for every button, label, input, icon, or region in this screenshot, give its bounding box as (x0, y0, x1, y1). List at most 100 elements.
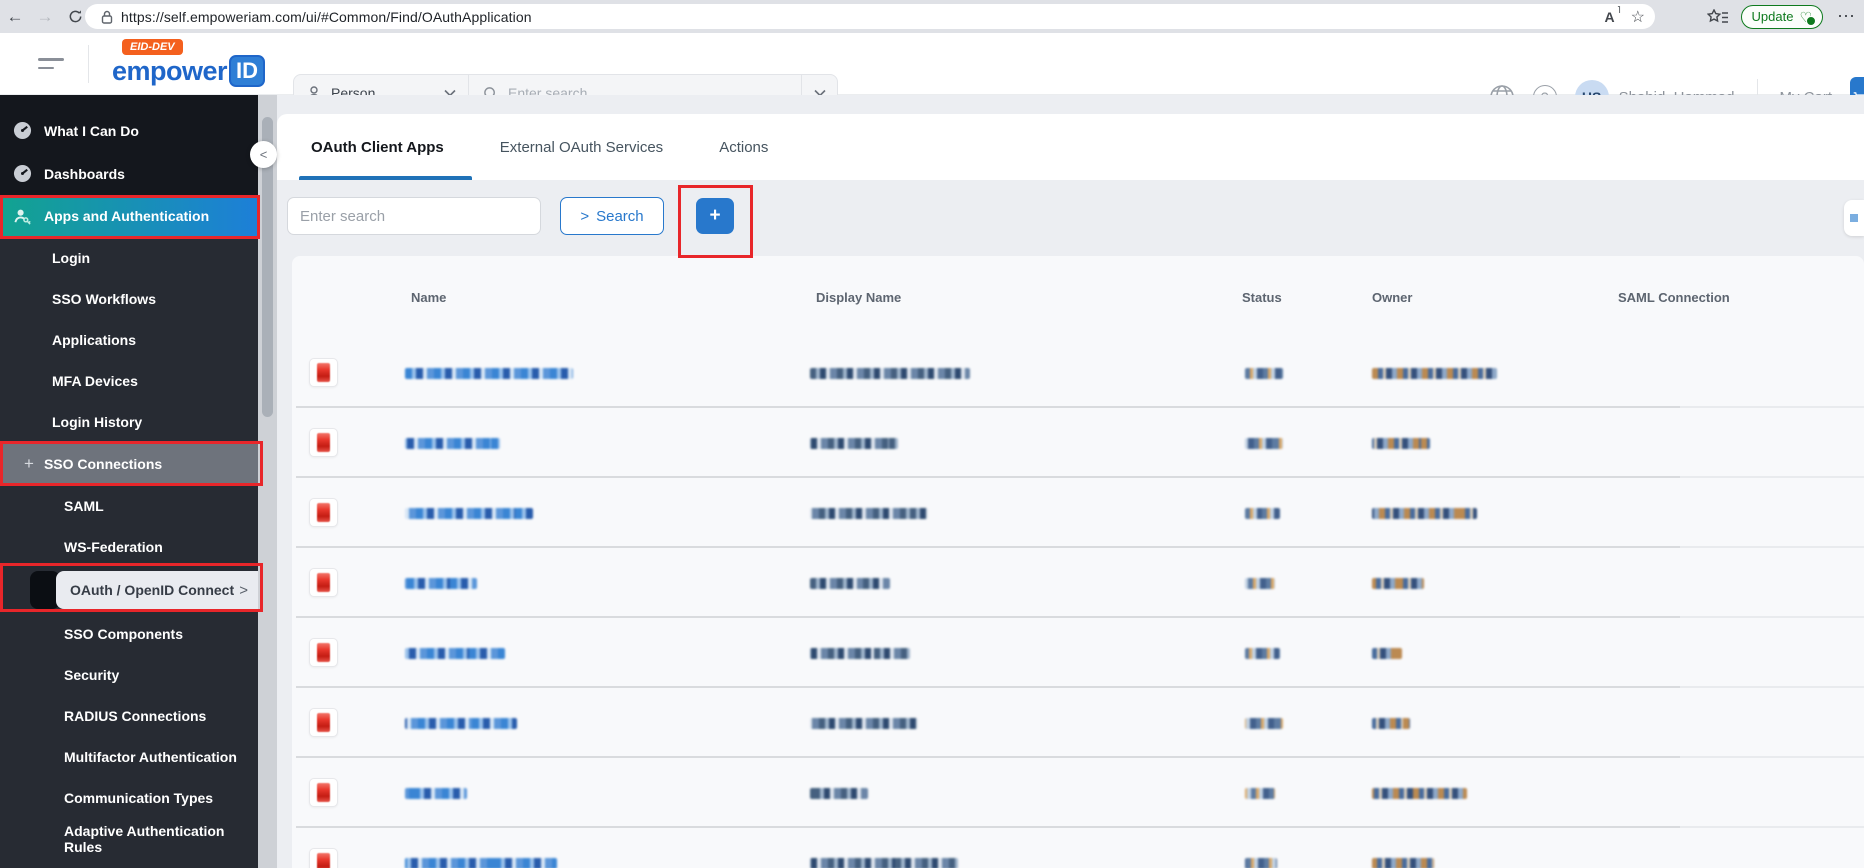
favorites-list-icon[interactable] (1706, 8, 1728, 25)
browser-toolbar: ← → https://self.empoweriam.com/ui/#Comm… (0, 0, 1864, 33)
cell-owner-redacted (1372, 718, 1410, 729)
sidebar-item-applications[interactable]: Applications (0, 319, 258, 360)
browser-menu-icon[interactable]: ⋯ (1837, 6, 1856, 27)
table-row[interactable] (292, 758, 1864, 828)
cell-status-redacted (1245, 648, 1280, 659)
cell-name-redacted[interactable] (405, 788, 467, 799)
cell-status-redacted (1245, 788, 1275, 799)
header-divider (88, 45, 89, 83)
address-bar[interactable]: https://self.empoweriam.com/ui/#Common/F… (85, 4, 1655, 29)
column-header-name[interactable]: Name (411, 290, 446, 305)
sidebar-item-label: Login (52, 249, 91, 266)
cell-display-name-redacted (810, 368, 970, 379)
content-scrollbar[interactable] (258, 95, 277, 868)
brand-id-mark: ID (229, 55, 266, 87)
column-header-owner[interactable]: Owner (1372, 290, 1412, 305)
sidebar-item-saml[interactable]: SAML (0, 485, 258, 526)
read-aloud-icon[interactable]: A ˥ (1605, 5, 1621, 25)
cell-name-redacted[interactable] (405, 648, 505, 659)
cell-name-redacted[interactable] (405, 858, 557, 868)
column-header-display-name[interactable]: Display Name (816, 290, 901, 305)
column-header-status[interactable]: Status (1242, 290, 1282, 305)
add-oauth-app-button[interactable]: + (696, 198, 734, 234)
cell-owner-redacted (1372, 648, 1402, 659)
chevron-right-icon: > (239, 581, 248, 599)
table-body (292, 338, 1864, 868)
app-logo-icon (309, 778, 338, 807)
cell-status-redacted (1245, 858, 1277, 868)
sidebar-item-label: SAML (64, 497, 104, 514)
app-logo-icon (309, 848, 338, 868)
sidebar-collapse-button[interactable]: < (250, 141, 277, 168)
app-header: EID-DEV empower ID Person Enter search (0, 33, 1864, 117)
expand-plus-icon[interactable]: + (24, 454, 34, 474)
hamburger-menu-icon[interactable] (38, 58, 64, 75)
table-row[interactable] (292, 828, 1864, 868)
favorite-star-icon[interactable]: ☆ (1631, 7, 1645, 27)
sidebar-item-label: Security (64, 666, 120, 683)
cell-display-name-redacted (810, 578, 890, 589)
sidebar-item-sso-workflows[interactable]: SSO Workflows (0, 278, 258, 319)
gauge-icon (12, 164, 32, 183)
cell-display-name-redacted (810, 788, 868, 799)
env-badge: EID-DEV (122, 39, 183, 55)
cell-name-redacted[interactable] (405, 508, 533, 519)
sidebar-item-what-i-can-do[interactable]: What I Can Do (0, 109, 258, 152)
tab-external-oauth-services[interactable]: External OAuth Services (494, 114, 669, 180)
cell-status-redacted (1245, 718, 1283, 729)
cell-name-redacted[interactable] (405, 578, 477, 589)
table-header: Name Display Name Status Owner SAML Conn… (292, 256, 1864, 338)
sidebar-item-radius-connections[interactable]: RADIUS Connections (0, 695, 258, 736)
cell-owner-redacted (1372, 858, 1434, 868)
table-row[interactable] (292, 688, 1864, 758)
browser-update-button[interactable]: Update ♡ (1740, 4, 1823, 29)
sidebar-item-security[interactable]: Security (0, 654, 258, 695)
sidebar-item-mfa-devices[interactable]: MFA Devices (0, 360, 258, 401)
browser-back-icon[interactable]: ← (0, 7, 30, 27)
cell-name-redacted[interactable] (405, 718, 517, 729)
sidebar-item-login[interactable]: Login (0, 237, 258, 278)
sidebar-item-sso-connections[interactable]: + SSO Connections (0, 442, 258, 485)
search-input[interactable] (287, 197, 541, 235)
column-header-saml-connection[interactable]: SAML Connection (1618, 290, 1730, 305)
tab-actions[interactable]: Actions (713, 114, 774, 180)
cell-status-redacted (1245, 578, 1275, 589)
app-logo-icon (309, 498, 338, 527)
cell-owner-redacted (1372, 508, 1477, 519)
tab-oauth-client-apps[interactable]: OAuth Client Apps (299, 114, 472, 180)
sidebar-item-label: WS-Federation (64, 538, 163, 555)
sidebar-item-apps-and-authentication[interactable]: Apps and Authentication (0, 195, 258, 237)
table-row[interactable] (292, 618, 1864, 688)
sidebar-item-oauth-openid-connect[interactable]: OAuth / OpenID Connect > (0, 567, 258, 613)
cell-name-redacted[interactable] (405, 368, 573, 379)
table-row[interactable] (292, 478, 1864, 548)
sidebar-item-login-history[interactable]: Login History (0, 401, 258, 442)
sidebar-item-communication-types[interactable]: Communication Types (0, 777, 258, 818)
cell-name-redacted[interactable] (405, 438, 500, 449)
sidebar-item-multifactor-authentication[interactable]: Multifactor Authentication (0, 736, 258, 777)
cell-display-name-redacted (810, 508, 928, 519)
sidebar-item-dashboards[interactable]: Dashboards (0, 152, 258, 195)
sidebar-item-label: Applications (52, 331, 137, 348)
url-text[interactable]: https://self.empoweriam.com/ui/#Common/F… (121, 9, 532, 25)
browser-forward-icon[interactable]: → (30, 7, 60, 27)
sidebar-item-label: Adaptive Authentication Rules (64, 822, 225, 855)
tab-bar: OAuth Client Apps External OAuth Service… (277, 114, 1864, 180)
sidebar-item-adaptive-authentication-rules[interactable]: Adaptive Authentication Rules (0, 818, 258, 859)
sidebar-item-ws-federation[interactable]: WS-Federation (0, 526, 258, 567)
sidebar-item-label: Multifactor Authentication (64, 748, 237, 765)
search-button[interactable]: > Search (560, 197, 664, 235)
table-row[interactable] (292, 408, 1864, 478)
list-toolbar: > Search + (277, 197, 1864, 236)
table-row[interactable] (292, 548, 1864, 618)
cell-display-name-redacted (810, 718, 918, 729)
grid-icon (1850, 214, 1858, 222)
grid-settings-button-partial[interactable] (1844, 200, 1864, 236)
cell-owner-redacted (1372, 438, 1430, 449)
brand-logo[interactable]: EID-DEV empower ID (112, 37, 266, 87)
cell-owner-redacted (1372, 788, 1467, 799)
table-row[interactable] (292, 338, 1864, 408)
sidebar-item-sso-components[interactable]: SSO Components (0, 613, 258, 654)
cell-display-name-redacted (810, 648, 910, 659)
sidebar-item-label: OAuth / OpenID Connect (70, 582, 235, 598)
